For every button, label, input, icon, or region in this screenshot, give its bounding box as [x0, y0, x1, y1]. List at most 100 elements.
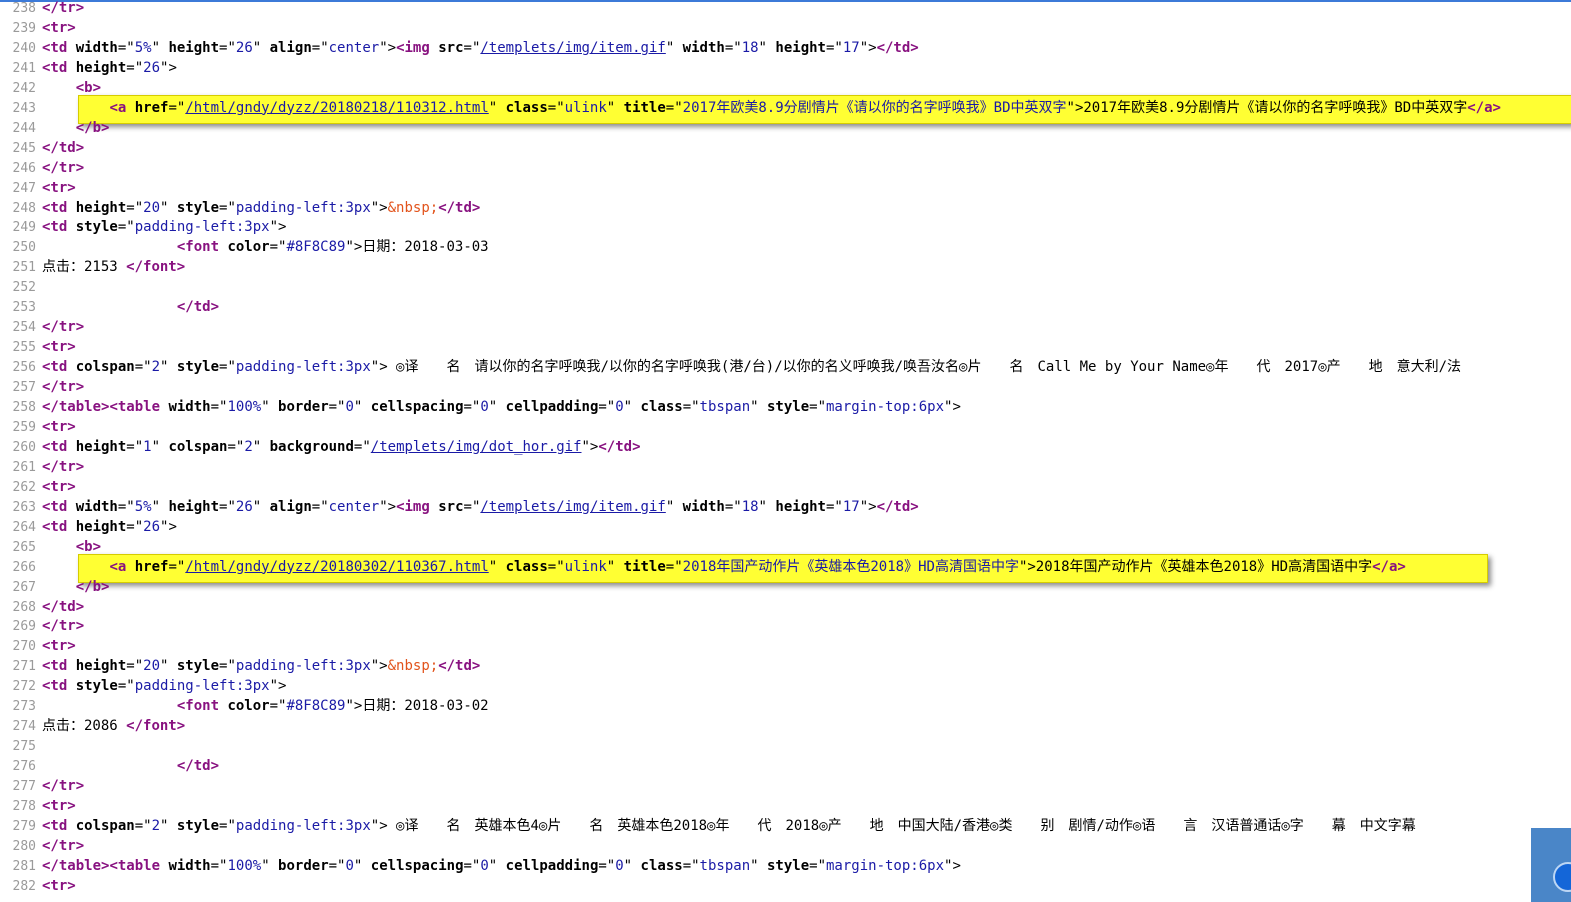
line-number: 278	[12, 799, 36, 814]
code-token: ="	[134, 817, 152, 834]
code-token: "> ◎译 名 请以你的名字呼唤我/以你的名字呼唤我(港/台)/以你的名义呼唤我…	[370, 359, 1462, 376]
code-token: </td>	[176, 758, 220, 775]
code-token: "	[750, 857, 767, 874]
code-token: #8F8C89	[286, 698, 346, 715]
code-line: 280 </tr>	[0, 836, 1571, 856]
code-token: ="	[126, 199, 144, 216]
code-token: </table>	[42, 399, 110, 415]
code-token: height	[168, 39, 220, 56]
code-token: 2017年欧美8.9分剧情片《请以你的名字呼唤我》BD中英双字	[682, 99, 1067, 116]
code-token: width	[75, 39, 118, 56]
line-number: 259	[12, 419, 36, 435]
code-token: height	[75, 518, 127, 535]
code-token: ="	[682, 399, 700, 415]
code-link[interactable]: /templets/img/item.gif	[480, 40, 665, 56]
code-line: 276 </td>	[0, 756, 1571, 776]
code-token: </td>	[176, 299, 220, 316]
code-token: style	[766, 857, 810, 874]
code-token: width	[682, 498, 725, 515]
code-token: <tr>	[42, 478, 76, 495]
code-token: &nbsp;	[387, 658, 439, 675]
code-token: class	[640, 399, 683, 415]
code-token: ">	[859, 498, 877, 515]
code-token: "	[252, 39, 270, 56]
code-token: ="	[117, 39, 135, 56]
code-token: </font>	[126, 259, 186, 276]
line-number: 247	[12, 180, 36, 196]
code-token: "	[353, 399, 371, 415]
code-token: </table>	[42, 857, 110, 874]
source-code-viewer[interactable]: 238 </tr> 239 <tr> 240 <td width="5%" height=…	[0, 0, 1571, 902]
line-number: 255	[12, 340, 36, 356]
code-token: </td>	[42, 598, 85, 615]
code-line: 248 <td height="20" style="padding-left:3…	[0, 198, 1571, 218]
code-line: 260 <td height="1" colspan="2" background…	[0, 437, 1571, 457]
code-token: </tr>	[42, 0, 85, 16]
code-link[interactable]: /templets/img/item.gif	[480, 499, 665, 515]
code-token: <td	[42, 498, 76, 515]
code-token: <b>	[75, 79, 102, 96]
code-line: 271 <td height="20" style="padding-left:3…	[0, 656, 1571, 676]
code-token: ">日期：2018-03-02	[345, 698, 489, 715]
code-token: tbspan	[699, 857, 751, 874]
code-token: <tr>	[42, 418, 76, 435]
code-link[interactable]: /html/gndy/dyzz/20180218/110312.html	[185, 100, 488, 116]
code-line: 250 <font color="#8F8C89">日期：2018-03-03	[0, 237, 1571, 257]
code-token: src	[438, 39, 464, 56]
line-number: 243	[12, 100, 36, 116]
code-token: padding-left:3px	[235, 817, 371, 834]
code-token: 2	[244, 438, 253, 455]
code-token: colspan	[75, 359, 135, 376]
code-token: "	[160, 199, 177, 216]
code-token: 18	[741, 39, 759, 56]
code-token: colspan	[168, 438, 228, 455]
code-token: color	[227, 698, 270, 715]
code-token: padding-left:3px	[235, 199, 371, 216]
code-token: </tr>	[42, 837, 85, 854]
code-token: ="	[311, 39, 329, 56]
code-link[interactable]: /templets/img/dot_hor.gif	[371, 439, 582, 455]
code-token: 18	[741, 498, 759, 515]
code-token: 0	[480, 857, 489, 874]
assistant-ball-icon[interactable]	[1553, 862, 1571, 892]
code-token: "	[623, 399, 641, 415]
code-line: 269 </tr>	[0, 616, 1571, 636]
code-line: 238 </tr>	[0, 0, 1571, 18]
code-line: 270 <tr>	[0, 636, 1571, 656]
line-number: 275	[12, 739, 36, 755]
code-token: ="	[219, 498, 236, 515]
code-token: ="	[665, 558, 683, 575]
code-token: "	[151, 39, 169, 56]
code-link[interactable]: /html/gndy/dyzz/20180302/110367.html	[185, 559, 488, 575]
line-number: 269	[12, 619, 36, 635]
code-line: 278 <tr>	[0, 796, 1571, 816]
line-number: 262	[12, 479, 36, 495]
code-token: <table	[109, 399, 169, 415]
code-token: "	[488, 558, 506, 575]
line-number: 238	[12, 1, 36, 16]
code-token: ="	[463, 498, 481, 515]
line-number: 282	[12, 878, 36, 894]
code-token: </b>	[75, 119, 110, 136]
code-token: cellpadding	[505, 399, 599, 415]
line-number: 249	[12, 220, 36, 236]
line-number: 257	[12, 380, 36, 396]
code-line: 261 </tr>	[0, 457, 1571, 477]
code-token: <tr>	[42, 179, 76, 196]
code-token: src	[438, 498, 464, 515]
code-token: ="	[724, 39, 742, 56]
code-token: ="	[547, 558, 565, 575]
code-token: background	[269, 438, 354, 455]
code-token: ">	[370, 658, 388, 675]
code-token: "	[488, 857, 506, 874]
floating-assistant-widget[interactable]	[1531, 828, 1571, 902]
code-token: ="	[463, 39, 481, 56]
code-token: color	[227, 239, 270, 256]
code-token: 26	[235, 498, 253, 515]
code-token: ="	[227, 438, 245, 455]
code-token: <td	[42, 678, 76, 695]
code-token: ="	[269, 239, 287, 256]
